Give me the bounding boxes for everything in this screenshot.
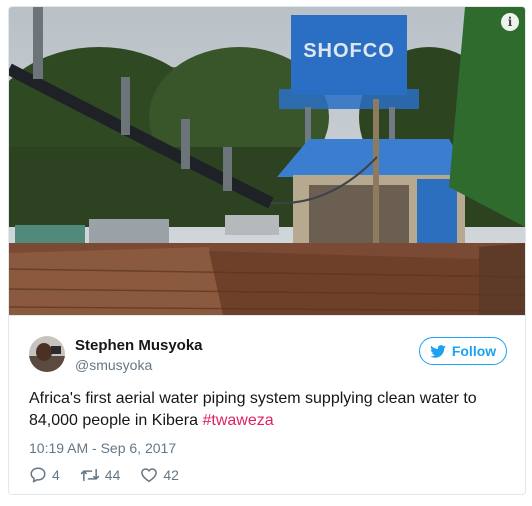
tweet-card[interactable]: SHOFCO i Stephen Musyoka @smusyoka Follo…	[8, 6, 526, 495]
user-handle[interactable]: @smusyoka	[75, 357, 152, 373]
reply-button[interactable]: 4	[29, 466, 60, 484]
retweet-button[interactable]: 44	[80, 466, 121, 484]
hashtag-link[interactable]: #twaweza	[202, 412, 273, 429]
tweet-actions: 4 44 42	[29, 466, 199, 484]
tweet-timestamp[interactable]: 10:19 AM - Sep 6, 2017	[29, 440, 176, 456]
tweet-photo[interactable]: SHOFCO	[9, 7, 525, 315]
display-name[interactable]: Stephen Musyoka	[75, 337, 203, 354]
reply-icon	[30, 467, 46, 483]
like-button[interactable]: 42	[140, 466, 179, 484]
twitter-bird-icon	[430, 344, 446, 358]
tweet-text: Africa's first aerial water piping syste…	[29, 388, 499, 432]
avatar[interactable]	[29, 336, 65, 372]
follow-button[interactable]: Follow	[419, 337, 507, 365]
tank-label: SHOFCO	[303, 40, 395, 62]
reply-count: 4	[52, 467, 60, 483]
like-count: 42	[163, 467, 179, 483]
retweet-icon	[80, 468, 100, 482]
like-icon	[141, 468, 158, 483]
follow-label: Follow	[451, 343, 497, 359]
info-icon[interactable]: i	[501, 13, 519, 31]
retweet-count: 44	[104, 467, 121, 483]
tweet-body: Stephen Musyoka @smusyoka Follow Africa'…	[9, 315, 525, 494]
